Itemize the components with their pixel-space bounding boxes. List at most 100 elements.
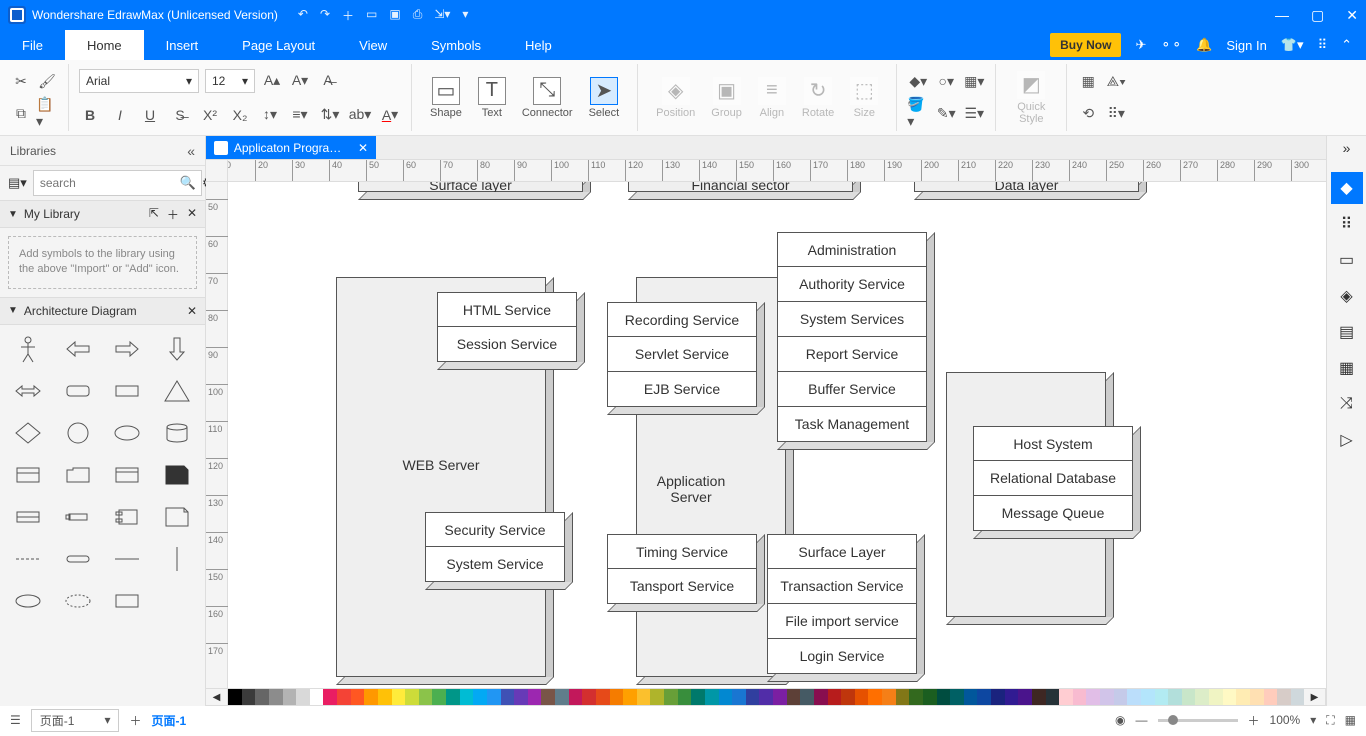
color-swatch[interactable] xyxy=(882,689,896,705)
diagram-cell[interactable]: Authority Service xyxy=(777,267,927,302)
line-color-icon[interactable]: ✎▾ xyxy=(935,102,957,124)
color-swatch[interactable] xyxy=(746,689,760,705)
color-swatch[interactable] xyxy=(460,689,474,705)
color-swatch[interactable] xyxy=(637,689,651,705)
page-select[interactable]: 页面-1▾ xyxy=(31,709,120,732)
position-tool[interactable]: ◈Position xyxy=(648,73,703,123)
color-swatch[interactable] xyxy=(1018,689,1032,705)
color-prev-icon[interactable]: ◀ xyxy=(206,689,228,705)
color-swatch[interactable] xyxy=(814,689,828,705)
color-swatch[interactable] xyxy=(378,689,392,705)
shape-circle[interactable] xyxy=(56,415,100,451)
shape-rect2[interactable] xyxy=(106,583,150,619)
page-panel-icon[interactable]: ▤ xyxy=(1331,316,1363,348)
subscript-icon[interactable]: X₂ xyxy=(229,104,251,126)
distribute-icon[interactable]: ⠿▾ xyxy=(1105,102,1127,124)
bullets-icon[interactable]: ≡▾ xyxy=(289,104,311,126)
image-panel-icon[interactable]: ▭ xyxy=(1331,244,1363,276)
color-swatch[interactable] xyxy=(732,689,746,705)
color-swatch[interactable] xyxy=(1277,689,1291,705)
color-swatch[interactable] xyxy=(691,689,705,705)
fit-width-icon[interactable]: ▦ xyxy=(1345,713,1356,727)
diagram-cell[interactable]: Surface Layer xyxy=(767,534,917,569)
shape-component[interactable] xyxy=(106,499,150,535)
diagram-cell[interactable]: HTML Service xyxy=(437,292,577,327)
random-panel-icon[interactable]: ⤨ xyxy=(1331,388,1363,420)
color-swatch[interactable] xyxy=(719,689,733,705)
rotate-tool[interactable]: ↻Rotate xyxy=(794,73,842,123)
admin-stack[interactable]: AdministrationAuthority ServiceSystem Se… xyxy=(777,232,927,442)
line-icon[interactable]: ○▾ xyxy=(935,71,957,93)
color-swatch[interactable] xyxy=(896,689,910,705)
collapse-panel-icon[interactable]: « xyxy=(187,143,195,159)
share-icon[interactable]: ⚬⚬ xyxy=(1160,37,1182,53)
shape-window[interactable] xyxy=(106,457,150,493)
notification-icon[interactable]: 🔔 xyxy=(1196,37,1212,53)
diagram-cell[interactable]: Timing Service xyxy=(607,534,757,569)
host-stack[interactable]: Host SystemRelational DatabaseMessage Qu… xyxy=(973,426,1133,531)
shape-ellipse2[interactable] xyxy=(6,583,50,619)
tab-file[interactable]: File xyxy=(0,30,65,60)
tab-view[interactable]: View xyxy=(337,30,409,60)
diagram-cell[interactable]: Servlet Service xyxy=(607,337,757,372)
shape-ellipse-dashed[interactable] xyxy=(56,583,100,619)
more-icon[interactable]: ▾ xyxy=(462,7,468,24)
diagram-cell[interactable]: Message Queue xyxy=(973,496,1133,531)
page-tab[interactable]: 页面-1 xyxy=(151,712,186,729)
diagram-partial-box[interactable]: Financial sector xyxy=(628,182,853,192)
shape-arrow-down[interactable] xyxy=(155,331,199,367)
grow-font-icon[interactable]: A▴ xyxy=(261,69,283,91)
color-swatch[interactable] xyxy=(269,689,283,705)
shape-ellipse[interactable] xyxy=(106,415,150,451)
theme-panel-icon[interactable]: ⠿ xyxy=(1331,208,1363,240)
line-spacing-icon[interactable]: ⇅▾ xyxy=(319,104,341,126)
tab-home[interactable]: Home xyxy=(65,30,144,60)
undo-icon[interactable]: ↶ xyxy=(298,7,308,24)
color-swatch[interactable] xyxy=(650,689,664,705)
color-swatch[interactable] xyxy=(705,689,719,705)
color-swatch[interactable] xyxy=(473,689,487,705)
select-all-icon[interactable]: ▦ xyxy=(1077,71,1099,93)
shape-arrow-right[interactable] xyxy=(106,331,150,367)
print-icon[interactable]: ⎙ xyxy=(413,7,423,24)
color-swatch[interactable] xyxy=(787,689,801,705)
color-swatch[interactable] xyxy=(1073,689,1087,705)
font-select[interactable]: Arial▾ xyxy=(79,69,199,93)
present-panel-icon[interactable]: ▷ xyxy=(1331,424,1363,456)
color-swatch[interactable] xyxy=(1059,689,1073,705)
underline-icon[interactable]: U xyxy=(139,104,161,126)
color-swatch[interactable] xyxy=(991,689,1005,705)
maximize-icon[interactable]: ▢ xyxy=(1311,7,1324,24)
surface-stack[interactable]: Surface LayerTransaction ServiceFile imp… xyxy=(767,534,917,674)
style-panel-icon[interactable]: ◆ xyxy=(1331,172,1363,204)
color-swatch[interactable] xyxy=(296,689,310,705)
shape-note2[interactable] xyxy=(155,499,199,535)
shape-line-h[interactable] xyxy=(106,541,150,577)
shape-note[interactable] xyxy=(155,457,199,493)
send-icon[interactable]: ✈ xyxy=(1135,37,1146,53)
security-stack[interactable]: Security ServiceSystem Service xyxy=(425,512,565,582)
shape-tool[interactable]: ▭Shape xyxy=(422,73,470,123)
shape-class[interactable] xyxy=(6,457,50,493)
add-page-icon[interactable]: ＋ xyxy=(129,712,141,729)
zoom-slider[interactable] xyxy=(1158,719,1238,722)
color-swatch[interactable] xyxy=(582,689,596,705)
color-swatch[interactable] xyxy=(1155,689,1169,705)
line-weight-icon[interactable]: ☰▾ xyxy=(963,102,985,124)
diagram-cell[interactable]: System Service xyxy=(425,547,565,582)
color-swatch[interactable] xyxy=(541,689,555,705)
color-swatch[interactable] xyxy=(419,689,433,705)
color-swatch[interactable] xyxy=(392,689,406,705)
color-swatch[interactable] xyxy=(678,689,692,705)
color-swatch[interactable] xyxy=(1086,689,1100,705)
color-swatch[interactable] xyxy=(364,689,378,705)
tab-symbols[interactable]: Symbols xyxy=(409,30,503,60)
color-swatch[interactable] xyxy=(950,689,964,705)
color-swatch[interactable] xyxy=(555,689,569,705)
color-swatch[interactable] xyxy=(773,689,787,705)
import-icon[interactable]: ⇱ xyxy=(149,206,159,223)
crop-icon[interactable]: ⟁▾ xyxy=(1105,71,1127,93)
clear-format-icon[interactable]: A̶ xyxy=(317,69,339,91)
bold-icon[interactable]: B xyxy=(79,104,101,126)
tab-insert[interactable]: Insert xyxy=(144,30,221,60)
